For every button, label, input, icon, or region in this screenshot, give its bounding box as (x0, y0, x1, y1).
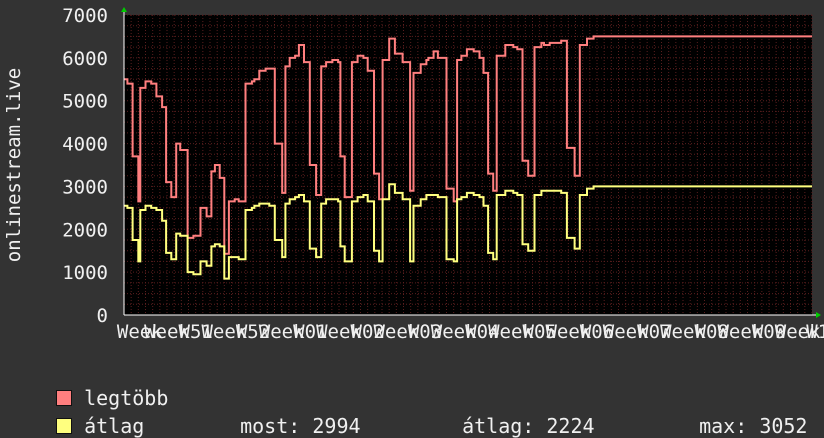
y-tick-label: 4000 (62, 134, 108, 156)
stat-max: max: 3052 (675, 390, 807, 438)
y-tick-label: 6000 (62, 48, 108, 70)
legend-avg: átlag (32, 390, 144, 438)
x-tick-week-word: Week (660, 321, 706, 343)
stat-max-label: max: (699, 414, 748, 438)
legend-label-avg: átlag (84, 414, 145, 438)
y-tick-label: 1000 (62, 262, 108, 284)
y-tick-label: 5000 (62, 91, 108, 113)
x-tick-week-word: Week (603, 321, 649, 343)
y-tick-label: 3000 (62, 176, 108, 198)
x-tick-week-word: Week (144, 321, 190, 343)
legend-max: legtöbb (32, 362, 168, 410)
stat-avg-label: átlag: (462, 414, 535, 438)
x-tick-labels: WeekW51W52W01W02W03W04W05W06W07W08W09W10… (117, 321, 824, 343)
stat-max-value: 3052 (759, 414, 808, 438)
y-tick-label: 7000 (62, 5, 108, 27)
x-tick-week-word: Week (488, 321, 534, 343)
stat-avg-value: 2224 (546, 414, 595, 438)
x-tick-week-word: Week (717, 321, 763, 343)
x-axis-arrow (816, 312, 821, 318)
x-tick-week-word: Week (373, 321, 419, 343)
y-tick-label: 0 (97, 305, 108, 327)
x-tick-week-word: Week (316, 321, 362, 343)
y-axis-label: onlinestream.live (3, 68, 25, 262)
y-axis-arrow (121, 7, 127, 12)
x-tick-week-word: Week (775, 321, 821, 343)
y-tick-labels: 0 1000 2000 3000 4000 5000 6000 7000 (62, 5, 108, 327)
legend-swatch-avg (56, 418, 73, 434)
stat-now-label: most: (240, 414, 301, 438)
y-tick-label: 2000 (62, 219, 108, 241)
x-tick-week-word: Week (545, 321, 591, 343)
stat-avg: átlag: 2224 (438, 390, 595, 438)
stat-now-value: 2994 (312, 414, 361, 438)
chart-canvas: 0 1000 2000 3000 4000 5000 6000 7000 Week W51 W52… (3, 5, 824, 343)
x-tick-week-word: Week (259, 321, 305, 343)
x-tick-week-word: Week (431, 321, 477, 343)
x-tick-week-word: Week (201, 321, 247, 343)
stat-now: most: 2994 (216, 390, 361, 438)
